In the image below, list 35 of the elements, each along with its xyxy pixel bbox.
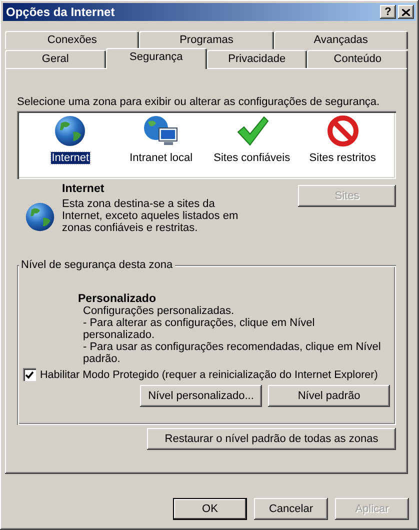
level-name: Personalizado	[78, 293, 157, 305]
tab[interactable]: Privacidade	[206, 50, 308, 68]
tab[interactable]: Geral	[5, 50, 106, 68]
help-button[interactable]: ?	[380, 5, 396, 19]
level-button[interactable]: Nível padrão	[268, 385, 390, 407]
zone-description: Esta zona destina-se a sites da Internet, exceto aqueles listados em zonas confiáveis e restritas.	[62, 198, 240, 234]
level-description: - Para usar as configurações recomendadas, clique em Nível padrão.	[83, 341, 382, 365]
tab[interactable]: Conteúdo	[307, 50, 408, 68]
globe-monitor-icon	[142, 114, 180, 148]
zone-item[interactable]: Intranet local	[128, 152, 194, 164]
zone-title: Internet	[62, 183, 106, 195]
close-icon	[402, 8, 410, 16]
globe-icon	[24, 201, 56, 233]
tab[interactable]: Conexões	[5, 31, 140, 49]
restore-button[interactable]: Restaurar o nível padrão de todas as zonas	[147, 428, 396, 450]
level-button[interactable]: Nível personalizado...	[140, 385, 262, 407]
checkmark-icon	[234, 114, 269, 148]
checkbox-label: Habilitar Modo Protegido (requer a reinicialização do Internet Explorer)	[40, 368, 378, 380]
tab[interactable]: Programas	[139, 31, 274, 49]
zone-item[interactable]: Sites confiáveis	[212, 152, 292, 164]
close-button[interactable]	[398, 5, 414, 19]
tab[interactable]: Segurança	[106, 48, 206, 69]
checkbox[interactable]	[23, 368, 36, 381]
zone-item[interactable]: Sites restritos	[308, 152, 377, 164]
zone-item[interactable]: Internet	[50, 152, 90, 164]
no-entry-icon	[326, 114, 360, 148]
dialog-button[interactable]: OK	[173, 498, 247, 520]
globe-icon	[53, 114, 88, 148]
dialog-button[interactable]: Cancelar	[254, 498, 328, 520]
level-description: Configurações personalizadas.	[83, 305, 236, 317]
level-description: - Para alterar as configurações, clique em Nível personalizado.	[83, 317, 316, 341]
window-title: Opções da Internet	[6, 5, 116, 19]
group-title: Nível de segurança desta zona	[19, 259, 175, 271]
tab[interactable]: Avançadas	[274, 31, 408, 49]
instruction-text: Selecione uma zona para exibir ou alterar as configurações de segurança.	[17, 96, 381, 108]
